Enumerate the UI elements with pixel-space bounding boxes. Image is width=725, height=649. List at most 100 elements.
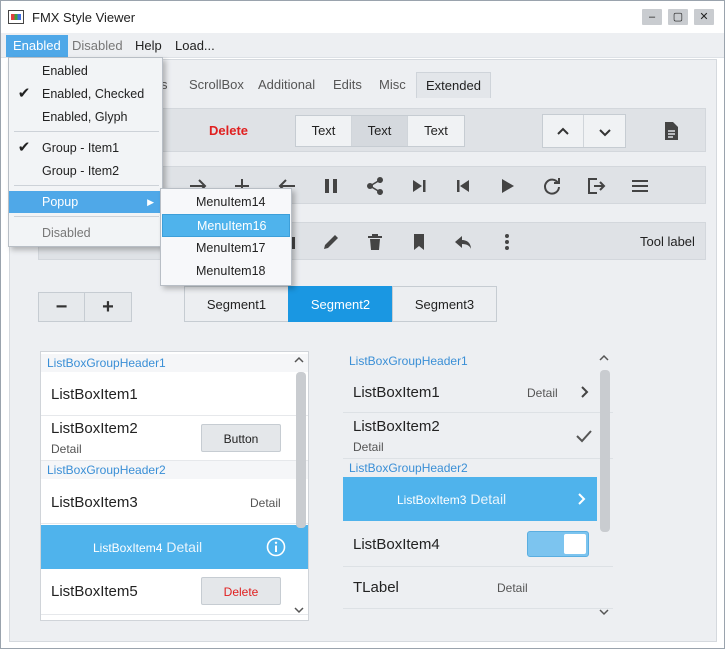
text-segment-1[interactable]: Text [296,116,352,146]
menu-help[interactable]: Help [128,35,169,57]
list-item[interactable]: ListBoxItem3 Detail [41,480,308,524]
menu-enabled[interactable]: Enabled [6,35,68,57]
scroll-down-icon[interactable] [599,608,609,619]
listbox-right[interactable]: ListBoxGroupHeader1 ListBoxItem1 Detail … [343,351,613,621]
menu-disabled[interactable]: Disabled [65,35,130,57]
chevron-right-icon[interactable] [574,381,596,403]
tab-additional[interactable]: Additional [249,72,324,98]
list-item-detail: Detail [51,442,82,456]
menu-item-enabled[interactable]: Enabled [9,60,162,82]
updown-button-group [542,114,626,148]
reply-icon[interactable] [452,231,474,253]
menu-item-16[interactable]: MenuItem16 [162,214,290,237]
bookmark-icon[interactable] [408,231,430,253]
delete-button[interactable]: Delete [201,577,281,605]
text-segment-2[interactable]: Text [352,116,408,146]
list-item-title: ListBoxItem5 [51,583,138,600]
segment-1[interactable]: Segment1 [184,286,289,322]
close-button[interactable]: ✕ [694,9,714,25]
chevron-up-icon[interactable] [543,115,584,147]
menu-load[interactable]: Load... [168,35,222,57]
document-icon[interactable] [660,120,682,142]
tab-scrollbox[interactable]: ScrollBox [180,72,253,98]
tab-edits[interactable]: Edits [324,72,371,98]
scroll-down-icon[interactable] [294,606,304,617]
toggle-switch[interactable] [527,531,589,557]
refresh-icon[interactable] [541,175,563,197]
more-vertical-icon[interactable] [496,231,518,253]
list-item[interactable]: ListBoxItem1 [41,372,308,416]
list-item[interactable]: ListBoxItem5 Delete [41,571,308,615]
group-header: ListBoxGroupHeader1 [41,354,308,372]
menu-item-label: Group - Item2 [42,164,120,178]
window-title: FMX Style Viewer [32,10,136,25]
listbox-left[interactable]: ListBoxGroupHeader1 ListBoxItem1 ListBox… [40,351,309,621]
list-item-selected[interactable]: ListBoxItem4 Detail [41,525,308,569]
skip-previous-icon[interactable] [452,175,474,197]
group-header: ListBoxGroupHeader2 [41,461,308,479]
list-item-detail: Detail [166,539,203,555]
menu-item-18[interactable]: MenuItem18 [162,260,290,283]
menu-item-enabled-checked[interactable]: ✔ Enabled, Checked [9,83,162,105]
exit-icon[interactable] [585,175,607,197]
pause-icon[interactable] [320,175,342,197]
text-segmented-control: Text Text Text [295,115,465,147]
scroll-up-icon[interactable] [294,356,304,367]
menu-item-popup[interactable]: Popup ▶ [9,191,162,213]
edit-icon[interactable] [320,231,342,253]
delete-label[interactable]: Delete [209,123,248,138]
checkmark-icon: ✔ [17,85,31,102]
share-icon[interactable] [364,175,386,197]
checkmark-icon [573,425,595,447]
maximize-button[interactable]: ▢ [668,9,688,25]
text-segment-3[interactable]: Text [408,116,464,146]
menu-item-group-item1[interactable]: ✔ Group - Item1 [9,137,162,159]
menu-item-label: Enabled [42,64,88,78]
scrollbar-thumb[interactable] [296,372,306,528]
list-item[interactable]: ListBoxItem2 Detail Button [41,416,308,461]
skip-next-icon[interactable] [408,175,430,197]
enabled-dropdown-menu: Enabled ✔ Enabled, Checked Enabled, Glyph… [8,57,163,247]
segment-2[interactable]: Segment2 [288,286,393,322]
list-item-button[interactable]: Button [201,424,281,452]
list-item-title: ListBoxItem2 [353,418,440,435]
menu-separator [14,131,159,132]
scroll-up-icon[interactable] [599,354,609,365]
menu-item-group-item2[interactable]: Group - Item2 [9,160,162,182]
segment-3[interactable]: Segment3 [392,286,497,322]
increment-button[interactable]: + [85,293,131,321]
menu-bar: Enabled Disabled Help Load... [1,33,724,58]
group-header: ListBoxGroupHeader2 [349,461,468,475]
list-item-title: ListBoxItem2 [51,420,138,437]
app-window: FMX Style Viewer ‒ ▢ ✕ Enabled Disabled … [0,0,725,649]
number-stepper: − + [38,292,132,322]
list-item-title: ListBoxItem4 [353,536,440,553]
decrement-button[interactable]: − [39,293,85,321]
group-header: ListBoxGroupHeader1 [349,354,468,368]
menu-item-17[interactable]: MenuItem17 [162,237,290,260]
menu-item-label: Disabled [42,226,91,240]
info-icon[interactable] [265,536,287,558]
tool-label: Tool label [640,234,695,249]
menu-icon[interactable] [629,175,651,197]
list-item[interactable]: ListBoxItem4 [343,523,613,567]
chevron-right-icon[interactable] [571,488,593,510]
play-icon[interactable] [496,175,518,197]
scrollbar-thumb[interactable] [600,370,610,532]
list-item-selected[interactable]: ListBoxItem3 Detail [343,477,597,521]
list-item[interactable]: TLabel Detail [343,567,613,609]
tab-extended[interactable]: Extended [416,72,491,98]
list-item-detail: Detail [470,491,507,507]
list-item-title: ListBoxItem3 Detail [397,491,506,507]
list-item[interactable]: ListBoxItem2 Detail [343,413,613,459]
trash-icon[interactable] [364,231,386,253]
menu-item-14[interactable]: MenuItem14 [162,191,290,214]
checkmark-icon: ✔ [17,139,31,156]
list-item-title: ListBoxItem1 [51,386,138,403]
minimize-button[interactable]: ‒ [642,9,662,25]
list-item[interactable]: ListBoxItem1 Detail [343,371,613,413]
tab-misc[interactable]: Misc [370,72,415,98]
popup-submenu: MenuItem14 MenuItem16 MenuItem17 MenuIte… [160,188,292,286]
menu-item-enabled-glyph[interactable]: Enabled, Glyph [9,106,162,128]
chevron-down-icon[interactable] [584,115,625,147]
